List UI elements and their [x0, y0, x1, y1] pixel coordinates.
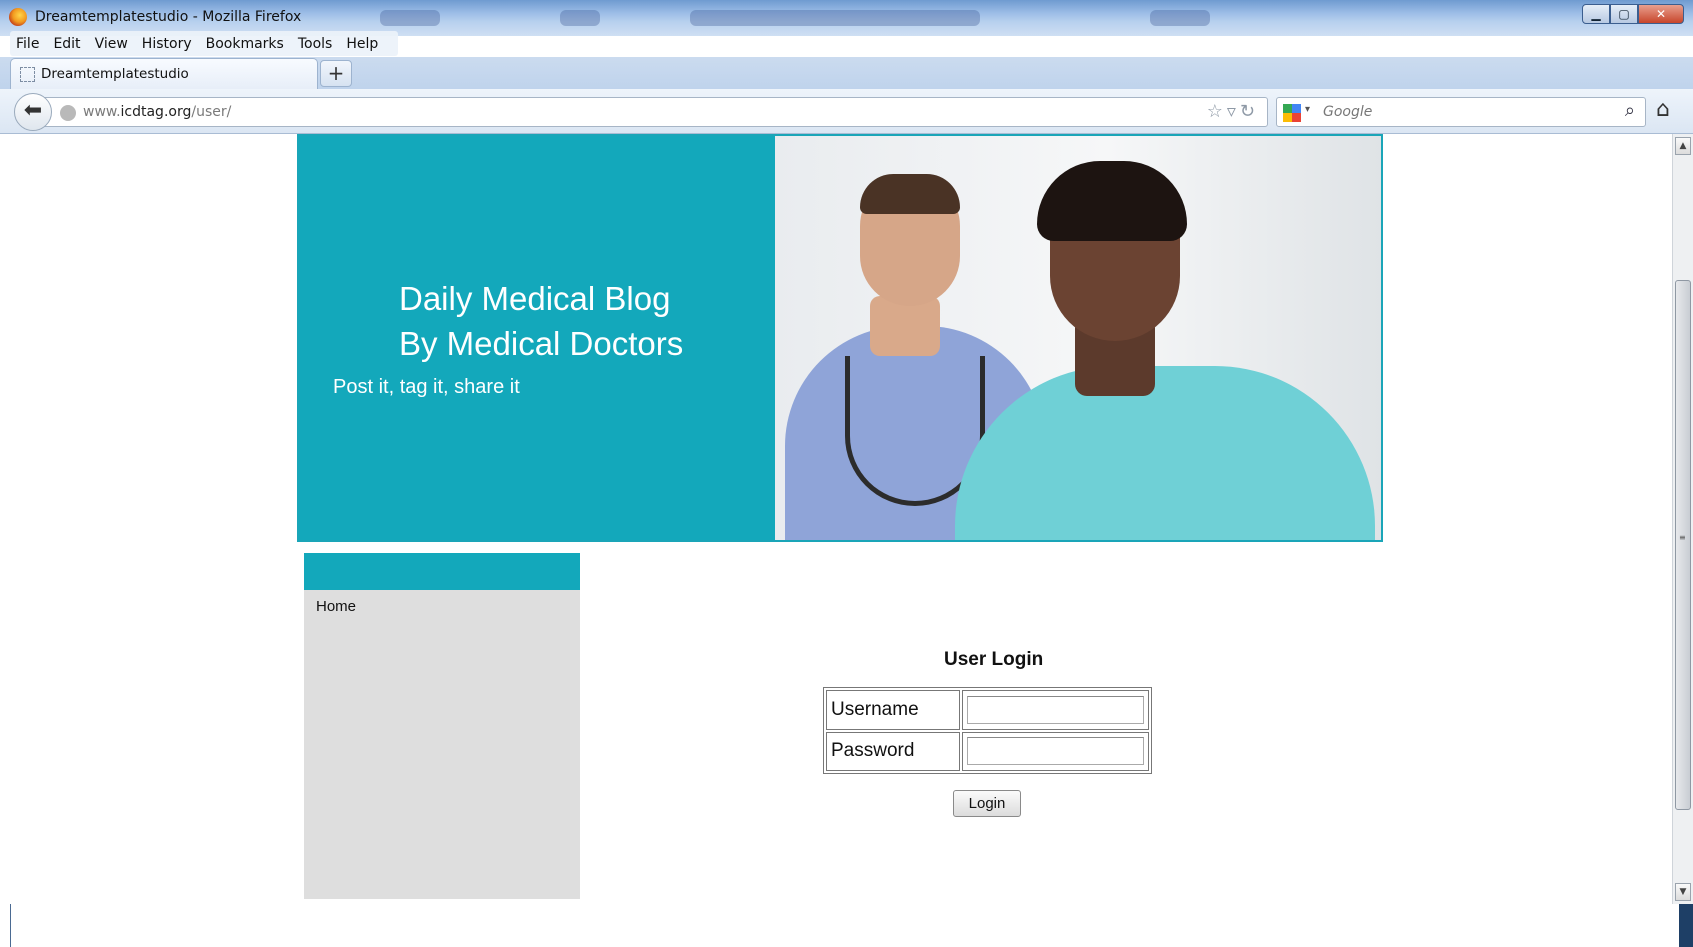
site-banner: Daily Medical Blog By Medical Doctors Po… — [297, 134, 1383, 542]
url-actions: ☆▿↻ — [1207, 101, 1259, 122]
tab-strip: Dreamtemplatestudio + — [0, 57, 1693, 89]
window-title: Dreamtemplatestudio - Mozilla Firefox — [35, 9, 302, 25]
minimize-button[interactable]: ▁ — [1582, 4, 1610, 24]
banner-title-line1: Daily Medical Blog — [399, 280, 671, 317]
doctors-photo — [775, 136, 1381, 540]
home-icon[interactable]: ⌂ — [1656, 97, 1670, 122]
reload-icon[interactable]: ↻ — [1240, 101, 1259, 122]
new-tab-button[interactable]: + — [320, 60, 352, 87]
firefox-logo-icon — [9, 8, 27, 26]
maximize-button[interactable]: ▢ — [1610, 4, 1638, 24]
close-button[interactable]: ✕ — [1638, 4, 1684, 24]
scroll-down-icon[interactable]: ▼ — [1675, 883, 1691, 901]
tab-label: Dreamtemplatestudio — [41, 66, 189, 82]
menu-history[interactable]: History — [142, 36, 192, 52]
login-title: User Login — [944, 649, 1044, 670]
background-decoration — [1150, 10, 1210, 26]
background-decoration — [690, 10, 980, 26]
tab-dreamtemplatestudio[interactable]: Dreamtemplatestudio — [10, 58, 318, 89]
sidebar-header — [304, 553, 580, 590]
password-cell — [962, 731, 1149, 771]
menu-edit[interactable]: Edit — [53, 36, 80, 52]
menu-bookmarks[interactable]: Bookmarks — [206, 36, 284, 52]
photo-shape — [1037, 161, 1187, 241]
bookmark-star-icon[interactable]: ☆ — [1207, 101, 1227, 122]
window-edge — [10, 904, 11, 947]
banner-title-line2: By Medical Doctors — [399, 325, 684, 362]
address-bar[interactable]: www.icdtag.org/user/ ☆▿↻ — [42, 97, 1268, 127]
sidebar: Home — [304, 553, 580, 899]
login-form: Username Password — [823, 687, 1152, 774]
menu-tools[interactable]: Tools — [298, 36, 333, 52]
scroll-thumb[interactable]: ≡ — [1675, 280, 1691, 810]
search-input[interactable]: Google — [1323, 104, 1372, 120]
username-label: Username — [826, 690, 960, 730]
grip-icon: ≡ — [1679, 533, 1686, 542]
menu-file[interactable]: File — [16, 36, 39, 52]
sidebar-item-home[interactable]: Home — [316, 598, 356, 615]
banner-tagline: Post it, tag it, share it — [333, 376, 520, 398]
vertical-scrollbar[interactable]: ▲ ≡ ▼ — [1672, 134, 1693, 904]
banner-title: Daily Medical Blog By Medical Doctors — [399, 276, 683, 366]
back-button[interactable]: ⬅ — [14, 93, 52, 131]
window-controls: ▁ ▢ ✕ — [1582, 4, 1684, 24]
menu-bar: File Edit View History Bookmarks Tools H… — [10, 31, 399, 56]
username-field[interactable] — [967, 695, 1144, 724]
background-decoration — [380, 10, 440, 26]
scroll-up-icon[interactable]: ▲ — [1675, 137, 1691, 155]
password-label: Password — [826, 731, 960, 771]
page-icon — [20, 66, 35, 82]
bottom-edge — [0, 904, 1693, 947]
navigation-bar: www.icdtag.org/user/ ☆▿↻ ⬅ ▾ Google ⌕ ⌂ — [0, 89, 1693, 134]
background-decoration — [560, 10, 600, 26]
url-text[interactable]: www.icdtag.org/user/ — [83, 104, 231, 120]
site-identity-icon[interactable] — [60, 105, 76, 121]
login-button[interactable]: Login — [953, 790, 1021, 817]
history-dropdown-icon[interactable]: ▿ — [1227, 101, 1240, 122]
password-field[interactable] — [967, 737, 1144, 766]
google-icon[interactable] — [1283, 104, 1301, 122]
menu-view[interactable]: View — [95, 36, 128, 52]
search-icon[interactable]: ⌕ — [1625, 100, 1635, 121]
username-cell — [962, 690, 1149, 730]
menu-help[interactable]: Help — [346, 36, 378, 52]
chevron-down-icon[interactable]: ▾ — [1305, 104, 1310, 115]
photo-shape — [860, 174, 960, 214]
search-bar[interactable]: ▾ Google ⌕ — [1276, 97, 1646, 127]
window-edge — [1679, 904, 1693, 947]
